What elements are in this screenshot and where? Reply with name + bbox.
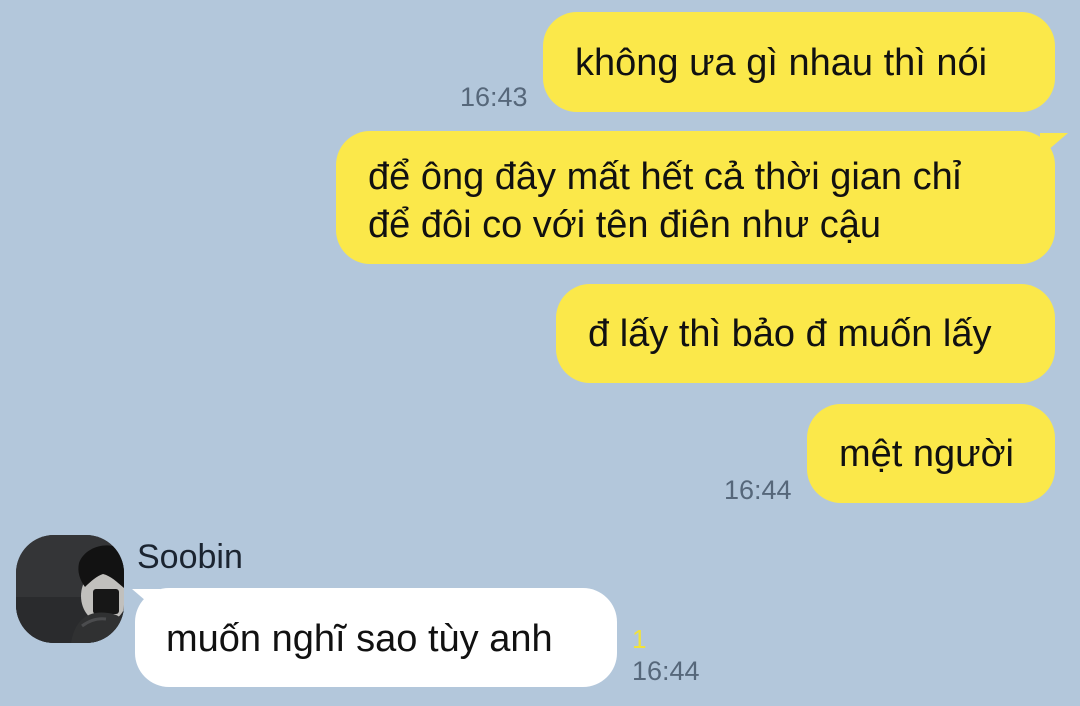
message-text: không ưa gì nhau thì nói <box>575 42 988 84</box>
message-text-line: để đôi co với tên điên như cậu <box>368 204 882 246</box>
unread-count: 1 <box>632 624 647 654</box>
message-timestamp: 16:43 <box>460 82 528 112</box>
outgoing-message-bubble[interactable]: mệt người <box>807 404 1055 503</box>
chat-conversation[interactable]: không ưa gì nhau thì nói 16:43 để ông đâ… <box>0 0 1080 706</box>
sender-name: Soobin <box>137 538 243 576</box>
message-text: mệt người <box>839 433 1014 475</box>
outgoing-message-bubble[interactable]: không ưa gì nhau thì nói <box>543 12 1055 112</box>
message-timestamp: 16:44 <box>632 656 700 686</box>
outgoing-message-bubble[interactable]: đ lấy thì bảo đ muốn lấy <box>556 284 1055 383</box>
message-text-line: để ông đây mất hết cả thời gian chỉ <box>368 156 962 198</box>
incoming-message-bubble[interactable]: muốn nghĩ sao tùy anh <box>135 588 617 687</box>
message-text: muốn nghĩ sao tùy anh <box>166 618 553 660</box>
outgoing-message-bubble[interactable]: để ông đây mất hết cả thời gian chỉ để đ… <box>336 131 1055 264</box>
avatar-photo <box>16 535 124 643</box>
message-timestamp: 16:44 <box>724 475 792 505</box>
contact-avatar[interactable] <box>16 535 124 643</box>
message-text: đ lấy thì bảo đ muốn lấy <box>588 313 992 355</box>
